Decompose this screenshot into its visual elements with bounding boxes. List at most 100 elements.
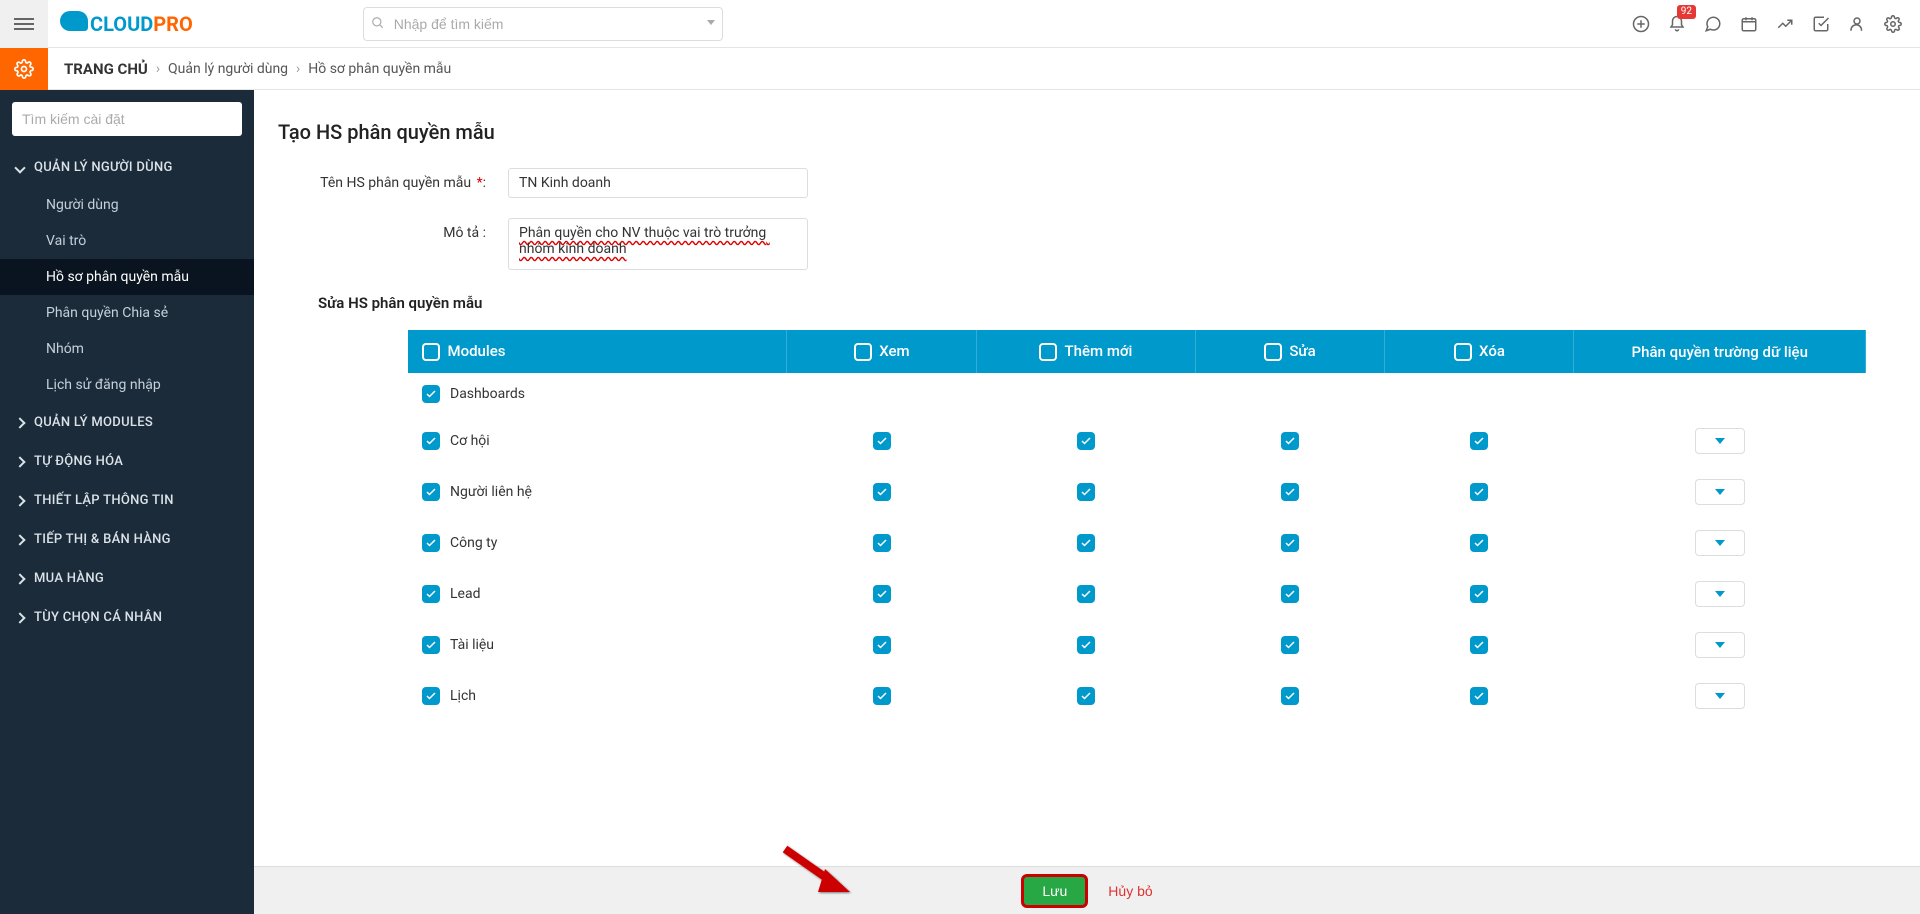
cloud-icon <box>60 11 88 31</box>
expand-button[interactable] <box>1695 428 1745 454</box>
chat-icon[interactable] <box>1696 7 1730 41</box>
checkbox-icon[interactable] <box>1077 687 1095 705</box>
checkbox-icon[interactable] <box>873 534 891 552</box>
checkbox-icon[interactable] <box>1281 534 1299 552</box>
sidebar-item-roles[interactable]: Vai trò <box>0 223 254 259</box>
expand-button[interactable] <box>1695 632 1745 658</box>
global-search <box>363 7 723 41</box>
chevron-right-icon <box>14 456 25 467</box>
sidebar-search <box>12 102 242 136</box>
table-row: Lead <box>408 569 1866 620</box>
checkbox-icon[interactable] <box>873 585 891 603</box>
user-icon[interactable] <box>1840 7 1874 41</box>
checkbox-icon[interactable] <box>873 687 891 705</box>
sidebar-item-profiles[interactable]: Hồ sơ phân quyền mẫu <box>0 259 254 295</box>
settings-tab[interactable] <box>0 48 48 90</box>
checkbox-icon[interactable] <box>1077 534 1095 552</box>
stats-icon[interactable] <box>1768 7 1802 41</box>
checkbox-icon[interactable] <box>1281 432 1299 450</box>
checkbox-icon[interactable] <box>1077 585 1095 603</box>
chevron-right-icon <box>14 573 25 584</box>
permissions-table: Modules Xem Thêm mới Sửa <box>408 330 1866 722</box>
checkbox-icon[interactable] <box>422 534 440 552</box>
col-add: Thêm mới <box>1065 342 1133 360</box>
logo[interactable]: CLOUDPRO <box>60 11 193 36</box>
module-name: Tài liệu <box>450 637 494 653</box>
save-button[interactable]: Lưu <box>1021 874 1088 908</box>
chevron-right-icon <box>14 417 25 428</box>
profile-name-input[interactable] <box>508 168 808 198</box>
gear-icon[interactable] <box>1876 7 1910 41</box>
sidebar-item-login-history[interactable]: Lịch sử đăng nhập <box>0 367 254 403</box>
checkbox-icon[interactable] <box>1281 585 1299 603</box>
table-row: Lịch <box>408 671 1866 722</box>
checkbox-icon[interactable] <box>422 385 440 403</box>
breadcrumb-home[interactable]: TRANG CHỦ <box>64 60 148 78</box>
checkbox-icon[interactable] <box>1470 687 1488 705</box>
checkbox-icon[interactable] <box>1281 483 1299 501</box>
sidebar-section-label: QUẢN LÝ MODULES <box>34 415 153 430</box>
search-input[interactable] <box>363 7 723 41</box>
checkbox-icon[interactable] <box>873 636 891 654</box>
checkbox-icon[interactable] <box>422 432 440 450</box>
checkbox-all-del[interactable] <box>1454 343 1472 361</box>
checkbox-all-edit[interactable] <box>1264 343 1282 361</box>
col-modules: Modules <box>447 342 505 360</box>
checkbox-icon[interactable] <box>1281 636 1299 654</box>
checkbox-icon[interactable] <box>1470 636 1488 654</box>
sidebar-section-auto[interactable]: TỰ ĐỘNG HÓA <box>0 442 254 481</box>
add-icon[interactable] <box>1624 7 1658 41</box>
sidebar-section-marketing[interactable]: TIẾP THỊ & BÁN HÀNG <box>0 520 254 559</box>
edit-section-title: Sửa HS phân quyền mẫu <box>318 294 1896 312</box>
col-edit: Sửa <box>1289 342 1315 360</box>
checkbox-all-add[interactable] <box>1039 343 1057 361</box>
checkbox-all-view[interactable] <box>854 343 872 361</box>
sidebar-section-label: QUẢN LÝ NGƯỜI DÙNG <box>34 160 173 175</box>
table-row: Dashboards <box>408 373 1866 416</box>
sidebar-section-label: THIẾT LẬP THÔNG TIN <box>34 493 174 508</box>
sidebar-section-config[interactable]: THIẾT LẬP THÔNG TIN <box>0 481 254 520</box>
page-title: Tạo HS phân quyền mẫu <box>278 120 1896 144</box>
checkbox-icon[interactable] <box>422 636 440 654</box>
breadcrumb: TRANG CHỦ › Quản lý người dùng › Hồ sơ p… <box>48 60 451 78</box>
sidebar-item-sharing[interactable]: Phân quyền Chia sẻ <box>0 295 254 331</box>
checkbox-icon[interactable] <box>1281 687 1299 705</box>
checkbox-icon[interactable] <box>422 483 440 501</box>
cancel-button[interactable]: Hủy bỏ <box>1108 883 1152 899</box>
calendar-icon[interactable] <box>1732 7 1766 41</box>
checkbox-icon[interactable] <box>1077 636 1095 654</box>
sidebar-item-users[interactable]: Người dùng <box>0 187 254 223</box>
checkbox-icon[interactable] <box>1077 483 1095 501</box>
bell-icon[interactable]: 92 <box>1660 7 1694 41</box>
sidebar-section-modules[interactable]: QUẢN LÝ MODULES <box>0 403 254 442</box>
topbar: CLOUDPRO 92 <box>0 0 1920 48</box>
task-icon[interactable] <box>1804 7 1838 41</box>
checkbox-icon[interactable] <box>873 483 891 501</box>
main-content: Tạo HS phân quyền mẫu Tên HS phân quyền … <box>254 90 1920 914</box>
checkbox-icon[interactable] <box>422 585 440 603</box>
checkbox-icon[interactable] <box>1470 585 1488 603</box>
sidebar-item-groups[interactable]: Nhóm <box>0 331 254 367</box>
expand-button[interactable] <box>1695 581 1745 607</box>
expand-button[interactable] <box>1695 479 1745 505</box>
breadcrumb-lvl1[interactable]: Quản lý người dùng <box>168 61 288 77</box>
checkbox-all-modules[interactable] <box>422 343 440 361</box>
expand-button[interactable] <box>1695 683 1745 709</box>
checkbox-icon[interactable] <box>1470 432 1488 450</box>
breadcrumb-current: Hồ sơ phân quyền mẫu <box>308 61 451 77</box>
expand-button[interactable] <box>1695 530 1745 556</box>
col-field: Phân quyền trường dữ liệu <box>1632 343 1808 361</box>
sidebar-section-personal[interactable]: TÙY CHỌN CÁ NHÂN <box>0 598 254 637</box>
sidebar-section-users[interactable]: QUẢN LÝ NGƯỜI DÙNG <box>0 148 254 187</box>
profile-desc-textarea[interactable] <box>508 218 808 270</box>
sidebar-search-input[interactable] <box>12 102 242 136</box>
chevron-down-icon[interactable] <box>707 20 715 25</box>
checkbox-icon[interactable] <box>1077 432 1095 450</box>
checkbox-icon[interactable] <box>1470 483 1488 501</box>
search-icon <box>371 16 385 30</box>
checkbox-icon[interactable] <box>873 432 891 450</box>
checkbox-icon[interactable] <box>1470 534 1488 552</box>
checkbox-icon[interactable] <box>422 687 440 705</box>
sidebar-section-purchase[interactable]: MUA HÀNG <box>0 559 254 598</box>
hamburger-menu[interactable] <box>0 0 48 48</box>
